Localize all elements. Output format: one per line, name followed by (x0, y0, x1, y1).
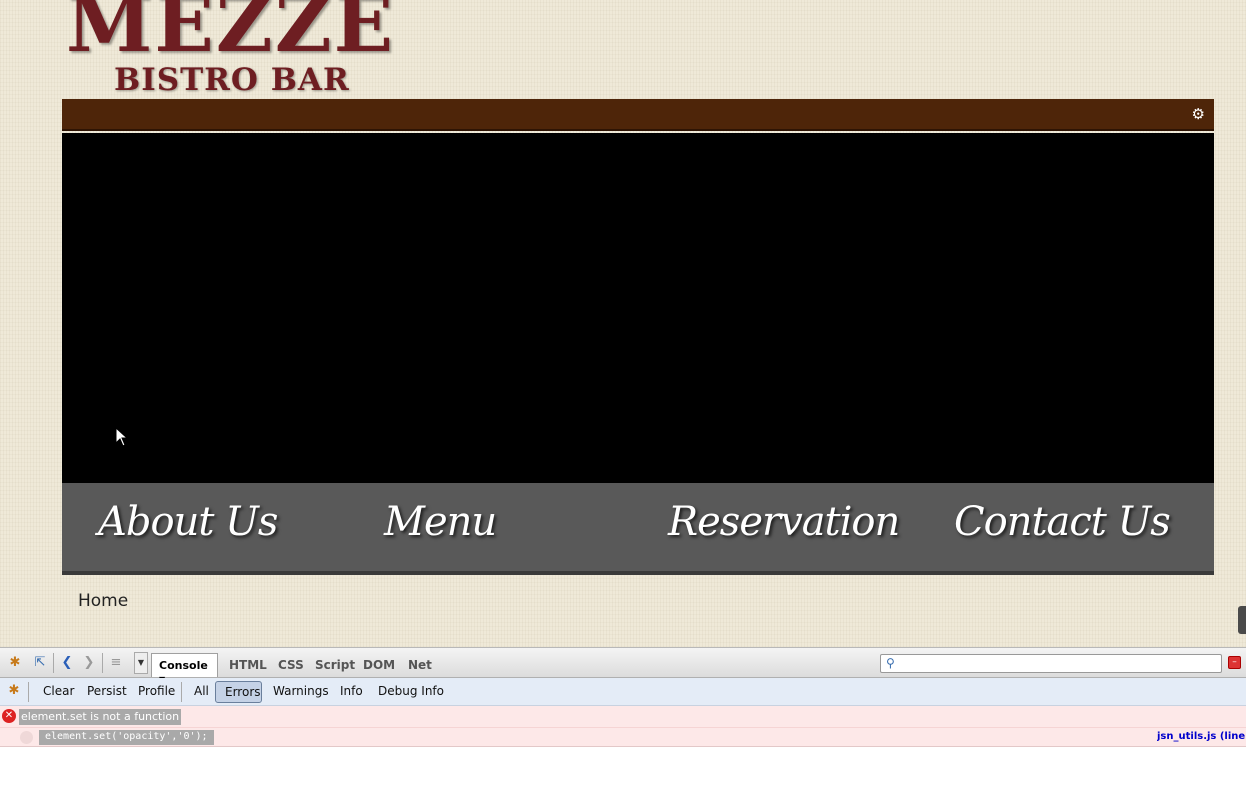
tab-dom[interactable]: DOM (363, 658, 395, 672)
firebug-bug-icon[interactable]: ✱ (6, 655, 24, 671)
error-file-link[interactable]: jsn_utils.js (line 6 (1157, 731, 1246, 742)
logo-subtitle: BISTRO BAR (114, 62, 350, 98)
top-bar: ⚙ (62, 99, 1214, 131)
list-icon[interactable]: ≡ (107, 655, 125, 671)
slideshow-area (62, 133, 1214, 483)
filter-errors-button[interactable]: Errors (215, 681, 262, 703)
clear-console-icon[interactable]: ✱ (5, 683, 23, 699)
persist-button[interactable]: Persist (87, 684, 127, 698)
nav-menu[interactable]: Menu (384, 499, 497, 545)
toolbar-divider (53, 653, 54, 673)
mouse-cursor-icon (115, 427, 129, 447)
nav-contact-us[interactable]: Contact Us (954, 499, 1171, 545)
profile-button[interactable]: Profile (138, 684, 175, 698)
tab-html[interactable]: HTML (229, 658, 267, 672)
clear-button[interactable]: Clear (43, 684, 74, 698)
console-filter-bar: ✱ Clear Persist Profile All Errors Warni… (0, 678, 1246, 706)
inspect-icon[interactable]: ⇱ (31, 655, 49, 671)
breadcrumb-home[interactable]: Home (78, 591, 128, 611)
search-input[interactable] (903, 658, 1213, 675)
error-icon: ✕ (2, 709, 16, 723)
tab-console[interactable]: Console ▼ (151, 653, 218, 684)
console-error-row: ✕ element.set is not a function (0, 706, 1246, 728)
toolbar-divider (181, 682, 182, 702)
filter-debug-info-button[interactable]: Debug Info (378, 684, 444, 698)
scrollbar-thumb[interactable] (1238, 606, 1246, 634)
filter-warnings-button[interactable]: Warnings (273, 684, 329, 698)
close-icon[interactable]: – (1228, 656, 1241, 669)
main-nav: About Us Menu Reservation Contact Us (62, 483, 1214, 575)
website-viewport: MEZZE BISTRO BAR ⚙ About Us Menu Reserva… (0, 0, 1246, 647)
filter-info-button[interactable]: Info (340, 684, 363, 698)
tab-net[interactable]: Net (408, 658, 432, 672)
back-arrow-icon[interactable]: ❮ (58, 655, 76, 671)
logo-title: MEZZE (66, 0, 396, 70)
filter-all-button[interactable]: All (194, 684, 209, 698)
breakpoint-icon[interactable] (20, 731, 33, 744)
tab-script[interactable]: Script (315, 658, 355, 672)
forward-arrow-icon[interactable]: ❯ (80, 655, 98, 671)
chevron-down-icon[interactable]: ▼ (134, 652, 148, 674)
tab-css[interactable]: CSS (278, 658, 304, 672)
gear-icon[interactable]: ⚙ (1192, 107, 1205, 122)
console-source-row: element.set('opacity','0'); jsn_utils.js… (0, 728, 1246, 747)
firebug-toolbar: ✱ ⇱ ❮ ❯ ≡ ▼ Console ▼ HTML CSS Script DO… (0, 648, 1246, 684)
nav-reservation[interactable]: Reservation (668, 499, 900, 545)
firebug-panel: ✱ ⇱ ❮ ❯ ≡ ▼ Console ▼ HTML CSS Script DO… (0, 647, 1246, 804)
search-box: ⚲ (880, 654, 1222, 675)
error-message[interactable]: element.set is not a function (19, 709, 182, 725)
tab-console-label: Console (159, 659, 208, 672)
toolbar-divider (102, 653, 103, 673)
search-icon: ⚲ (886, 656, 895, 670)
error-source-code: element.set('opacity','0'); (39, 730, 214, 745)
nav-about-us[interactable]: About Us (98, 499, 278, 545)
toolbar-divider (28, 682, 29, 702)
